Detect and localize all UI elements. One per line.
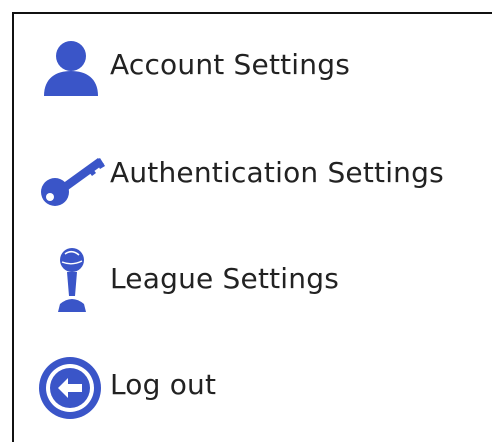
trophy-icon [58, 248, 86, 312]
menu-item-account-settings[interactable]: Account Settings [14, 28, 484, 108]
menu-item-label: Authentication Settings [110, 156, 444, 189]
user-icon [44, 41, 98, 96]
key-icon [41, 158, 105, 206]
menu-item-label: League Settings [110, 262, 339, 295]
menu-item-authentication-settings[interactable]: Authentication Settings [14, 136, 484, 216]
logout-icon [39, 357, 101, 419]
menu-item-league-settings[interactable]: League Settings [14, 242, 484, 322]
settings-menu: Account Settings Authentication Settings… [12, 12, 492, 442]
menu-item-label: Account Settings [110, 48, 350, 81]
menu-item-label: Log out [110, 368, 217, 401]
menu-item-log-out[interactable]: Log out [14, 348, 484, 428]
